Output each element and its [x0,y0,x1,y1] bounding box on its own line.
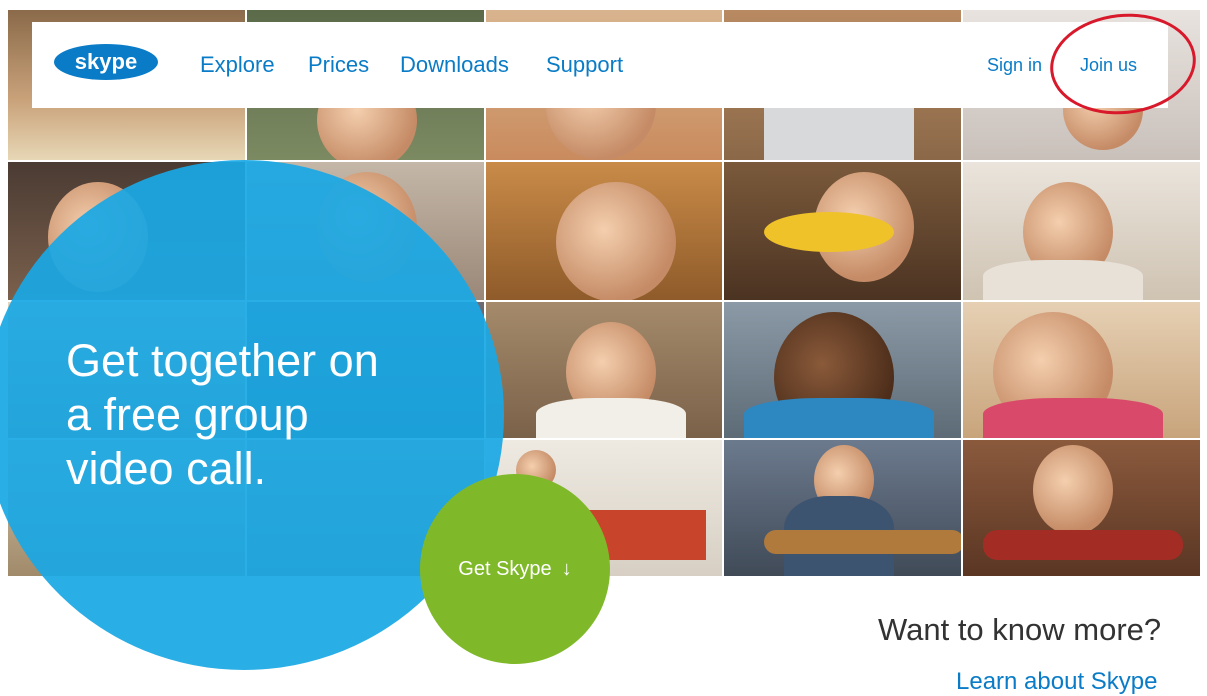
browser-top-strip [0,0,1207,10]
top-navigation-bar: skype Explore Prices Downloads Support S… [32,22,1168,108]
sign-in-link[interactable]: Sign in [987,55,1042,76]
want-to-know-more-heading: Want to know more? [878,612,1162,647]
learn-about-skype-link[interactable]: Learn about Skype [956,668,1157,696]
photo-tile-baby-laughing [963,302,1200,438]
down-arrow-icon: ↓ [561,557,572,580]
skype-logo-text: skype [75,49,137,74]
photo-tile-woman-wine [963,162,1200,300]
photo-tile-boy-tongue [724,302,962,438]
nav-link-downloads[interactable]: Downloads [400,52,509,78]
nav-link-prices[interactable]: Prices [308,52,369,78]
photo-tile-baby-surprised [485,162,723,300]
photo-tile-guitar-man [724,440,962,576]
skype-logo[interactable]: skype [52,42,160,82]
headline-line-3: video call. [66,443,267,494]
headline-line-1: Get together on [66,335,379,386]
photo-tile-bride [485,302,723,438]
get-skype-label: Get Skype [458,557,552,580]
get-skype-button[interactable]: Get Skype ↓ [420,474,610,664]
photo-tile-fish-toys [724,162,962,300]
headline-line-2: a free group [66,389,309,440]
nav-link-explore[interactable]: Explore [200,52,275,78]
hero-headline: Get together on a free group video call. [66,334,486,496]
nav-link-support[interactable]: Support [546,52,623,78]
photo-tile-guitar-woman [963,440,1200,576]
